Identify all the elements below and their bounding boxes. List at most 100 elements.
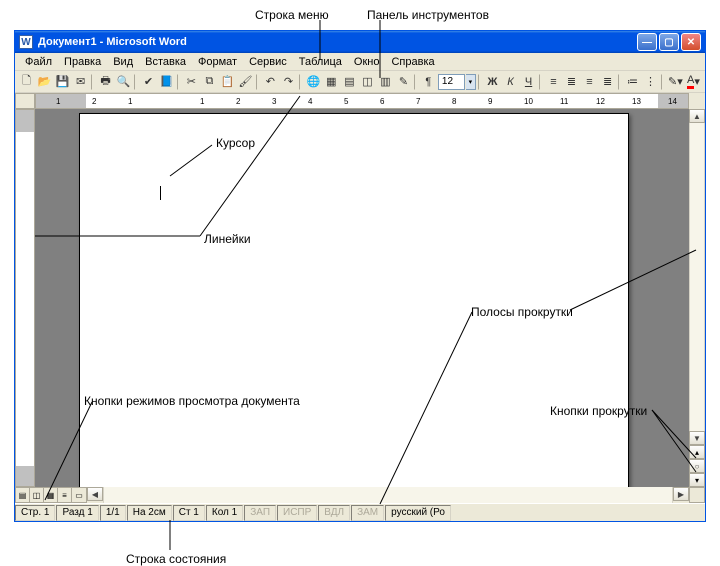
insert-table-icon[interactable]: ▤ (341, 73, 358, 91)
undo-icon[interactable]: ↶ (262, 73, 279, 91)
label-scroll-buttons: Кнопки прокрутки (550, 404, 647, 418)
scroll-down-icon[interactable]: ▼ (689, 431, 705, 445)
paste-icon[interactable]: 📋 (219, 73, 236, 91)
web-view-icon[interactable]: ◫ (30, 488, 44, 502)
separator-icon (414, 74, 418, 90)
select-browse-object-icon[interactable]: ○ (689, 459, 705, 473)
label-cursor: Курсор (216, 136, 255, 150)
label-scrollbars: Полосы прокрутки (471, 305, 573, 319)
excel-icon[interactable]: ◫ (359, 73, 376, 91)
minimize-button[interactable]: — (637, 33, 657, 51)
status-trk[interactable]: ИСПР (277, 505, 317, 521)
status-section[interactable]: Разд 1 (56, 505, 98, 521)
drawing-icon[interactable]: ✎ (395, 73, 412, 91)
reading-view-icon[interactable]: ▭ (72, 488, 86, 502)
menu-help[interactable]: Справка (385, 55, 440, 69)
label-view-buttons: Кнопки режимов просмотра документа (84, 394, 300, 408)
save-icon[interactable]: 💾 (54, 73, 71, 91)
vertical-scrollbar[interactable]: ▲ ▼ ▴ ○ ▾ (689, 109, 705, 487)
print-layout-view-icon[interactable]: ▦ (44, 488, 58, 502)
new-doc-icon[interactable]: 🗋 (18, 73, 35, 91)
label-rulers: Линейки (204, 232, 251, 246)
horizontal-scrollbar[interactable]: ◀ ▶ (87, 487, 689, 503)
document-page[interactable] (79, 113, 629, 487)
menu-insert[interactable]: Вставка (139, 55, 192, 69)
format-painter-icon[interactable]: 🖌 (237, 73, 254, 91)
columns-icon[interactable]: ▥ (377, 73, 394, 91)
underline-button[interactable]: Ч (520, 73, 537, 91)
menu-edit[interactable]: Правка (58, 55, 107, 69)
maximize-button[interactable]: ▢ (659, 33, 679, 51)
word-window: W Документ1 - Microsoft Word — ▢ ✕ Файл … (14, 30, 706, 522)
separator-icon (177, 74, 181, 90)
scroll-left-icon[interactable]: ◀ (87, 487, 103, 501)
justify-icon[interactable]: ≣ (599, 73, 616, 91)
numbering-icon[interactable]: ≔ (624, 73, 641, 91)
bold-button[interactable]: Ж (484, 73, 501, 91)
align-center-icon[interactable]: ≣ (563, 73, 580, 91)
label-toolbar: Панель инструментов (367, 8, 489, 22)
research-icon[interactable]: 📘 (158, 73, 175, 91)
mail-icon[interactable]: ✉ (72, 73, 89, 91)
menu-view[interactable]: Вид (107, 55, 139, 69)
scroll-up-icon[interactable]: ▲ (689, 109, 705, 123)
status-bar: Стр. 1 Разд 1 1/1 На 2см Ст 1 Кол 1 ЗАП … (15, 503, 705, 521)
menu-table[interactable]: Таблица (293, 55, 348, 69)
status-pages[interactable]: 1/1 (100, 505, 126, 521)
menu-tools[interactable]: Сервис (243, 55, 293, 69)
hyperlink-icon[interactable]: 🌐 (305, 73, 322, 91)
normal-view-icon[interactable]: ▤ (16, 488, 30, 502)
word-app-icon: W (19, 35, 33, 49)
status-line[interactable]: Ст 1 (173, 505, 205, 521)
font-color-icon[interactable]: A▾ (685, 73, 702, 91)
separator-icon (134, 74, 138, 90)
separator-icon (256, 74, 260, 90)
document-area[interactable] (35, 109, 689, 487)
open-icon[interactable]: 📂 (36, 73, 53, 91)
vscroll-track[interactable] (689, 123, 705, 431)
standard-toolbar: 🗋 📂 💾 ✉ 🖶 🔍 ✔ 📘 ✂ ⧉ 📋 🖌 ↶ ↷ 🌐 ▦ ▤ ◫ ▥ ✎ … (15, 71, 705, 93)
label-menu-row: Строка меню (255, 8, 329, 22)
hscroll-track[interactable] (103, 487, 673, 503)
separator-icon (299, 74, 303, 90)
status-language[interactable]: русский (Ро (385, 505, 451, 521)
horizontal-ruler[interactable]: 1 2 1 1 2 3 4 5 6 7 8 9 10 11 12 13 14 (35, 93, 689, 109)
status-rec[interactable]: ЗАП (244, 505, 276, 521)
align-right-icon[interactable]: ≡ (581, 73, 598, 91)
text-cursor (160, 186, 161, 200)
redo-icon[interactable]: ↷ (280, 73, 297, 91)
print-icon[interactable]: 🖶 (97, 73, 114, 91)
label-status-bar: Строка состояния (126, 552, 226, 566)
menu-file[interactable]: Файл (19, 55, 58, 69)
paragraph-icon[interactable]: ¶ (420, 73, 437, 91)
status-ext[interactable]: ВДЛ (318, 505, 350, 521)
menu-window[interactable]: Окно (348, 55, 386, 69)
titlebar[interactable]: W Документ1 - Microsoft Word — ▢ ✕ (15, 31, 705, 53)
previous-page-icon[interactable]: ▴ (689, 445, 705, 459)
menu-bar: Файл Правка Вид Вставка Формат Сервис Та… (15, 53, 705, 71)
scroll-right-icon[interactable]: ▶ (673, 487, 689, 501)
resize-grip[interactable] (689, 487, 705, 503)
align-left-icon[interactable]: ≡ (545, 73, 562, 91)
status-ovr[interactable]: ЗАМ (351, 505, 384, 521)
window-title: Документ1 - Microsoft Word (38, 36, 637, 48)
highlight-icon[interactable]: ✎▾ (667, 73, 684, 91)
status-col[interactable]: Кол 1 (206, 505, 243, 521)
next-page-icon[interactable]: ▾ (689, 473, 705, 487)
italic-button[interactable]: К (502, 73, 519, 91)
tables-borders-icon[interactable]: ▦ (323, 73, 340, 91)
outline-view-icon[interactable]: ≡ (58, 488, 72, 502)
copy-icon[interactable]: ⧉ (201, 73, 218, 91)
font-size-dropdown-icon[interactable]: ▾ (466, 74, 476, 90)
status-page[interactable]: Стр. 1 (15, 505, 55, 521)
status-position[interactable]: На 2см (127, 505, 172, 521)
font-size-input[interactable]: 12 (438, 74, 465, 90)
close-button[interactable]: ✕ (681, 33, 701, 51)
vertical-ruler[interactable] (15, 109, 35, 487)
separator-icon (539, 74, 543, 90)
cut-icon[interactable]: ✂ (183, 73, 200, 91)
bullets-icon[interactable]: ⋮ (642, 73, 659, 91)
spellcheck-icon[interactable]: ✔ (140, 73, 157, 91)
menu-format[interactable]: Формат (192, 55, 243, 69)
print-preview-icon[interactable]: 🔍 (115, 73, 132, 91)
